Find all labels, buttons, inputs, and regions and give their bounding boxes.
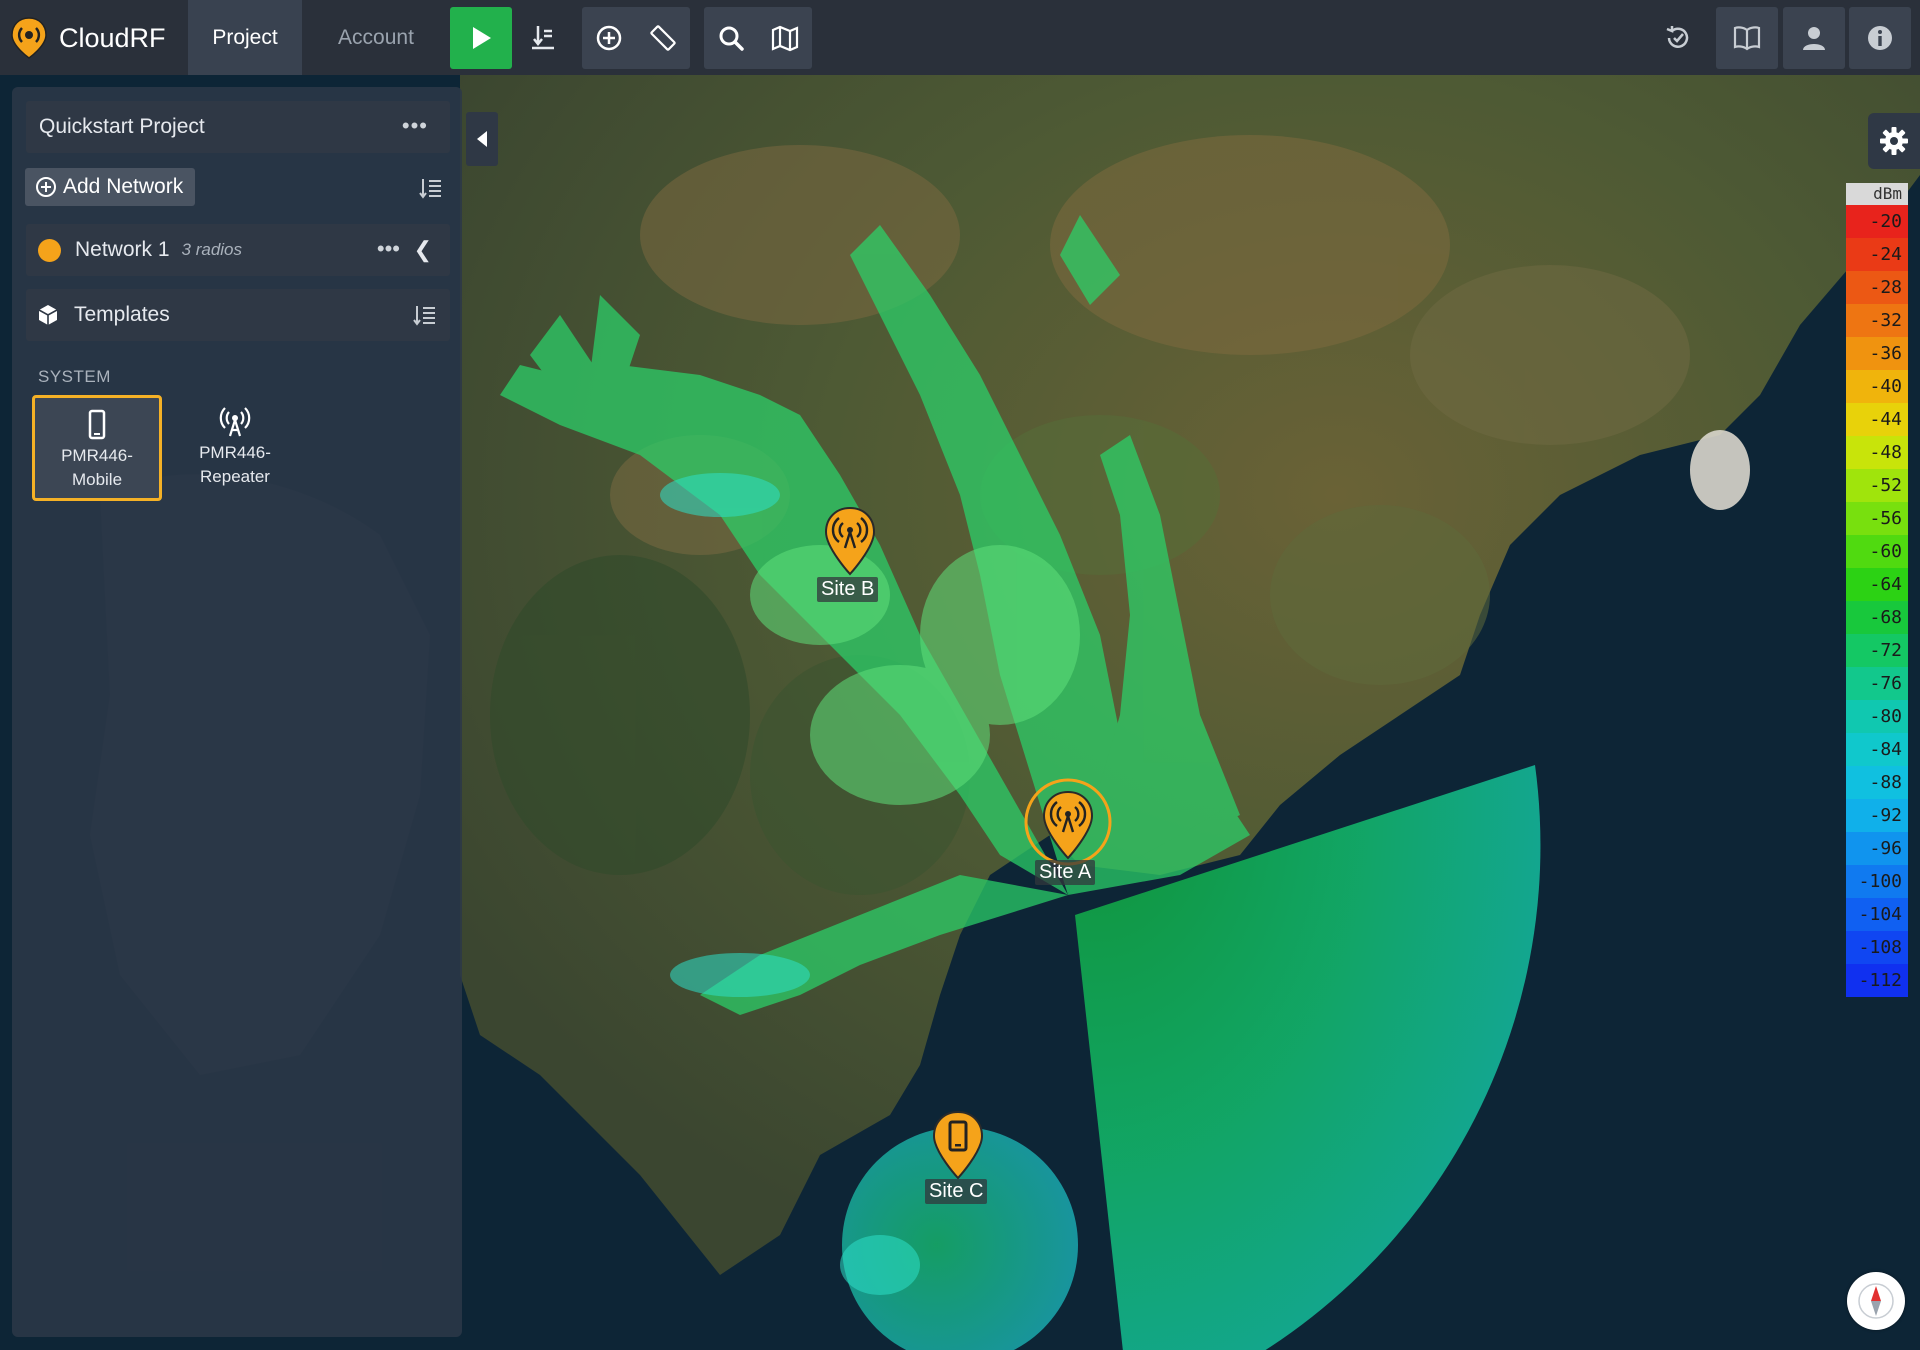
user-button[interactable] — [1783, 7, 1845, 69]
legend-value: -28 — [1846, 271, 1908, 304]
docs-button[interactable] — [1716, 7, 1778, 69]
book-icon — [1733, 26, 1761, 51]
network-row[interactable]: Network 1 3 radios ••• ❮ — [26, 224, 450, 276]
mobile-phone-icon — [88, 409, 106, 440]
antenna-icon — [219, 407, 251, 437]
legend-value: -60 — [1846, 535, 1908, 568]
legend-value: -36 — [1846, 337, 1908, 370]
ruler-icon — [650, 25, 676, 51]
legend-scale: -20 -24 -28 -32 -36 -40 -44 -48 -52 -56 -60 -64 -68-… — [1846, 205, 1908, 997]
template-label-line2: Repeater — [200, 467, 270, 486]
signal-legend: dBm -20 -24 -28 -32 -36 -40 -44 -48 -52 -56 -60 -64… — [1846, 183, 1908, 997]
cloudrf-logo-icon — [11, 17, 47, 59]
template-pmr446-mobile[interactable]: PMR446- Mobile — [32, 395, 162, 501]
legend-value: -100 — [1846, 865, 1908, 898]
templates-row[interactable]: Templates — [26, 289, 450, 341]
templates-sort-icon[interactable] — [412, 302, 438, 328]
legend-value: -44 — [1846, 403, 1908, 436]
template-label-line1: PMR446- — [199, 443, 271, 462]
project-name: Quickstart Project — [39, 115, 205, 138]
compass-button[interactable] — [1847, 1272, 1905, 1330]
site-b-marker[interactable] — [822, 506, 878, 578]
import-button[interactable] — [512, 7, 574, 69]
network-more-icon[interactable]: ••• — [377, 236, 400, 262]
legend-value: -72 — [1846, 634, 1908, 667]
legend-value: -48 — [1846, 436, 1908, 469]
ruler-button[interactable] — [636, 7, 690, 69]
tab-account[interactable]: Account — [320, 0, 432, 75]
add-site-icon — [596, 25, 622, 51]
templates-label: Templates — [74, 303, 170, 326]
more-icon[interactable]: ••• — [402, 113, 428, 139]
legend-value: -68 — [1846, 601, 1908, 634]
gear-icon — [1880, 127, 1908, 155]
legend-value: -104 — [1846, 898, 1908, 931]
map-settings-button[interactable] — [1868, 113, 1920, 169]
user-icon — [1803, 27, 1825, 50]
brand[interactable]: CloudRF — [10, 16, 166, 60]
legend-value: -76 — [1846, 667, 1908, 700]
import-icon — [532, 26, 554, 50]
play-icon — [473, 27, 491, 49]
compass-icon — [1858, 1283, 1894, 1319]
template-label-line1: PMR446- — [61, 446, 133, 465]
collapse-panel-button[interactable] — [466, 112, 498, 166]
legend-value: -92 — [1846, 799, 1908, 832]
site-a-marker[interactable] — [1040, 790, 1096, 862]
network-name: Network 1 — [75, 238, 170, 261]
sort-icon[interactable] — [418, 175, 444, 201]
add-site-button[interactable] — [582, 7, 636, 69]
legend-value: -84 — [1846, 733, 1908, 766]
add-network-label: Add Network — [63, 175, 184, 198]
site-label: Site C — [925, 1179, 988, 1204]
cube-icon — [38, 305, 58, 325]
search-icon — [719, 26, 744, 51]
tab-project[interactable]: Project — [188, 0, 302, 75]
map-layers-icon — [771, 25, 799, 52]
legend-value: -20 — [1846, 205, 1908, 238]
project-panel: Quickstart Project ••• Add Network Netwo… — [12, 87, 462, 1337]
map-layers-button[interactable] — [758, 7, 812, 69]
legend-value: -40 — [1846, 370, 1908, 403]
add-network-button[interactable]: Add Network — [25, 168, 196, 206]
project-header[interactable]: Quickstart Project ••• — [26, 101, 450, 153]
history-icon — [1666, 26, 1689, 48]
site-c-marker[interactable] — [930, 1110, 986, 1182]
info-icon — [1868, 26, 1892, 50]
template-pmr446-repeater[interactable]: PMR446- Repeater — [170, 395, 300, 501]
site-label: Site B — [817, 577, 879, 602]
legend-value: -56 — [1846, 502, 1908, 535]
legend-value: -108 — [1846, 931, 1908, 964]
legend-value: -24 — [1846, 238, 1908, 271]
legend-value: -88 — [1846, 766, 1908, 799]
legend-value: -52 — [1846, 469, 1908, 502]
chevron-left-icon[interactable]: ❮ — [414, 237, 432, 263]
history-button[interactable] — [1647, 7, 1709, 69]
legend-value: -112 — [1846, 964, 1908, 997]
system-heading: SYSTEM — [38, 367, 111, 386]
legend-value: -64 — [1846, 568, 1908, 601]
legend-value: -80 — [1846, 700, 1908, 733]
legend-value: -96 — [1846, 832, 1908, 865]
legend-value: -32 — [1846, 304, 1908, 337]
template-label-line2: Mobile — [71, 470, 123, 489]
network-color-dot — [38, 238, 61, 262]
info-button[interactable] — [1849, 7, 1911, 69]
search-button[interactable] — [704, 7, 758, 69]
run-button[interactable] — [450, 7, 512, 69]
app-name: CloudRF — [59, 22, 166, 53]
top-bar: CloudRF Project Account — [0, 0, 1920, 75]
caret-left-icon — [477, 131, 487, 147]
site-label: Site A — [1035, 860, 1096, 885]
plus-circle-icon — [36, 177, 56, 197]
legend-unit: dBm — [1846, 183, 1908, 205]
network-radio-count: 3 radios — [181, 240, 243, 259]
